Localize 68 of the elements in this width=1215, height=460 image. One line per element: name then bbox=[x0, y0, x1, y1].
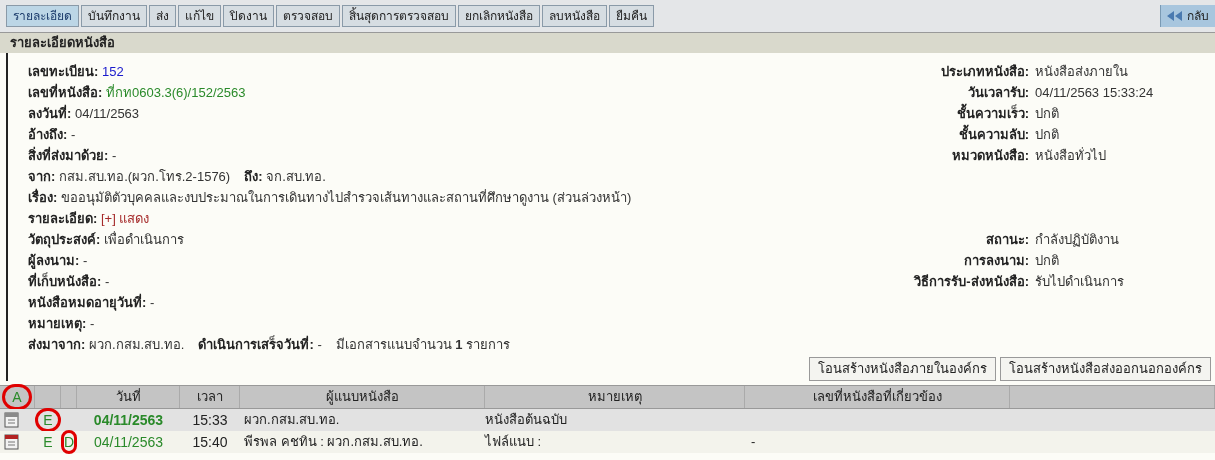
column-header: หมายเหตุ bbox=[485, 386, 745, 408]
tab[interactable]: สิ้นสุดการตรวจสอบ bbox=[342, 5, 456, 27]
detail-text: หนังสือหมดอายุวันที่: - bbox=[28, 292, 155, 313]
column-header: ผู้แนบหนังสือ bbox=[240, 386, 485, 408]
attached-by-cell: พีรพล คชทิน : ผวก.กสม.สบ.ทอ. bbox=[244, 434, 423, 450]
double-left-arrow-icon bbox=[1167, 11, 1183, 21]
field-value: ปกติ bbox=[1035, 125, 1059, 144]
detail-text: หมายเหตุ: - bbox=[28, 314, 95, 334]
letter-marker: E bbox=[42, 432, 54, 452]
detail-text: ที่เก็บหนังสือ: - bbox=[28, 271, 110, 291]
time-cell-text: 15:40 bbox=[192, 432, 228, 452]
attached-by-cell: ผวก.กสม.สบ.ทอ. bbox=[244, 412, 340, 428]
table-row[interactable]: E 04/11/2563 15:33 ผวก.กสม.สบ.ทอ. หนังสือต้นฉบับ bbox=[0, 409, 1215, 431]
field-value: 04/11/2563 15:33:24 bbox=[1035, 83, 1154, 102]
field-label: ชั้นความลับ: bbox=[957, 124, 1030, 144]
detail-text: ลงวันที่: 04/11/2563 bbox=[28, 103, 140, 123]
table-row[interactable]: E D 04/11/2563 15:40 พีรพล คชทิน : ผวก.กสม.สบ.ทอ. ไฟล์แนบ : - bbox=[0, 431, 1215, 453]
field-value: ปกติ bbox=[1035, 104, 1059, 123]
note-cell: หนังสือต้นฉบับ bbox=[485, 412, 567, 428]
related-number-cell: - bbox=[751, 434, 756, 450]
tab[interactable]: ตรวจสอบ bbox=[276, 5, 340, 27]
tab[interactable]: แก้ไข bbox=[178, 5, 221, 27]
detail-text: จาก: กสม.สบ.ทอ.(ผวก.โทร.2-1576) bbox=[28, 167, 231, 186]
action-button[interactable]: โอนสร้างหนังสือภายในองค์กร bbox=[809, 357, 996, 381]
detail-text: ดำเนินการเสร็จวันที่: - bbox=[198, 334, 322, 354]
tab[interactable]: ลบหนังสือ bbox=[542, 5, 607, 27]
document-icon[interactable] bbox=[4, 412, 20, 428]
field-value: หนังสือส่งภายใน bbox=[1035, 62, 1128, 81]
detail-text: รายละเอียด: [+] แสดง bbox=[28, 209, 150, 228]
field-label: การลงนาม: bbox=[962, 251, 1030, 270]
detail-text: ถึง: จก.สบ.ทอ. bbox=[244, 167, 326, 186]
detail-text: ส่งมาจาก: ผวก.กสม.สบ.ทอ. bbox=[28, 335, 185, 354]
detail-text: เรื่อง: ขออนุมัติตัวบุคคลและงบประมาณในการเดินทางไปสำรวจเส้นทางและสถานที่ศึกษาดูงาน (ส่วนล่วงหน้า) bbox=[28, 187, 632, 208]
field-label: สถานะ: bbox=[984, 230, 1030, 249]
date-cell-text: 04/11/2563 bbox=[94, 432, 163, 452]
tab[interactable]: รายละเอียด bbox=[6, 5, 79, 27]
field-label: ชั้นความเร็ว: bbox=[955, 103, 1030, 123]
tab[interactable]: ยกเลิกหนังสือ bbox=[458, 5, 540, 27]
field-value: ปกติ bbox=[1035, 251, 1059, 270]
document-icon[interactable] bbox=[4, 434, 20, 450]
field-label: ประเภทหนังสือ: bbox=[939, 62, 1030, 81]
detail-text: อ้างถึง: - bbox=[28, 125, 76, 144]
letter-marker: D bbox=[60, 430, 78, 454]
tab[interactable]: ยืมคืน bbox=[609, 5, 654, 27]
time-cell-text: 15:33 bbox=[192, 410, 228, 430]
field-label: วิธีการรับ-ส่งหนังสือ: bbox=[912, 272, 1030, 291]
note-cell: ไฟล์แนบ : bbox=[485, 434, 542, 450]
detail-text: เลขทะเบียน: 152 bbox=[28, 62, 124, 81]
column-header: วันที่ bbox=[77, 386, 180, 408]
tab[interactable]: บันทึกงาน bbox=[81, 5, 147, 27]
detail-text: เลขที่หนังสือ: ที่กท0603.3(6)/152/2563 bbox=[28, 82, 246, 102]
column-header: เวลา bbox=[180, 386, 240, 408]
date-cell-text: 04/11/2563 bbox=[93, 410, 164, 430]
field-value: รับไปดำเนินการ bbox=[1035, 272, 1124, 291]
field-value: หนังสือทั่วไป bbox=[1035, 146, 1106, 165]
detail-text: วัตถุประสงค์: เพื่อดำเนินการ bbox=[28, 230, 184, 250]
detail-text: มีเอกสารแนบจำนวน 1 รายการ bbox=[335, 335, 511, 354]
detail-text: ผู้ลงนาม: - bbox=[28, 251, 88, 271]
action-button[interactable]: โอนสร้างหนังสือส่งออกนอกองค์กร bbox=[1000, 357, 1211, 381]
tab[interactable]: ส่ง bbox=[149, 5, 176, 27]
tab[interactable]: ปิดงาน bbox=[223, 5, 274, 27]
back-button[interactable]: กลับ bbox=[1160, 5, 1215, 27]
field-label: วันเวลารับ: bbox=[966, 83, 1030, 102]
detail-text: สิ่งที่ส่งมาด้วย: - bbox=[28, 145, 117, 165]
column-header: เลขที่หนังสือที่เกี่ยวข้อง bbox=[745, 386, 1010, 408]
section-header: รายละเอียดหนังสือ bbox=[0, 33, 1215, 53]
field-label: หมวดหนังสือ: bbox=[950, 146, 1030, 165]
field-value: กำลังปฏิบัติงาน bbox=[1035, 230, 1119, 249]
